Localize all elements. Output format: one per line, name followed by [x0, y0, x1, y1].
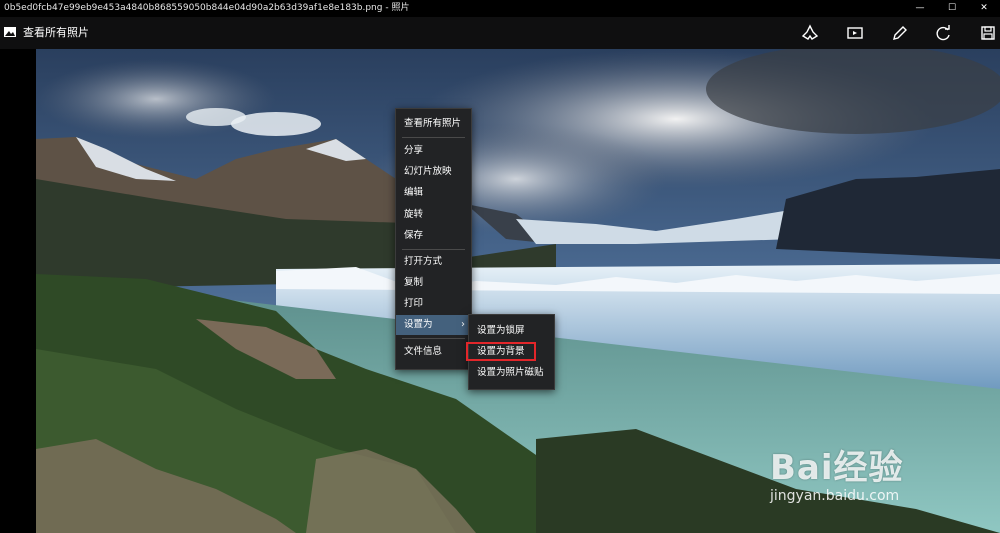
menu-item-label: 编辑: [404, 187, 424, 198]
edit-icon[interactable]: [891, 24, 909, 42]
window-title: 0b5ed0fcb47e99eb9e453a4840b868559050b844…: [4, 3, 410, 13]
close-button[interactable]: ✕: [968, 0, 1000, 17]
baidu-jingyan-watermark: Bai经验 jingyan.baidu.com: [768, 440, 988, 516]
enhance-icon[interactable]: [801, 24, 819, 42]
menu-item-open-with[interactable]: 打开方式: [396, 252, 471, 272]
submenu-item-set-as-photo-tile[interactable]: 设置为照片磁贴: [469, 363, 554, 383]
menu-item-label: 复制: [404, 277, 424, 288]
photos-app-bar: 查看所有照片: [0, 17, 1000, 49]
submenu-item-label: 设置为照片磁贴: [477, 367, 544, 378]
menu-item-label: 查看所有照片: [404, 118, 462, 129]
menu-item-label: 旋转: [404, 209, 424, 220]
menu-item-label: 保存: [404, 230, 424, 241]
menu-item-edit[interactable]: 编辑: [396, 183, 471, 203]
window-controls: — ☐ ✕: [904, 0, 1000, 17]
chevron-right-icon: ›: [461, 319, 465, 330]
menu-item-label: 幻灯片放映: [404, 166, 452, 177]
menu-item-copy[interactable]: 复制: [396, 273, 471, 293]
save-icon[interactable]: [979, 24, 997, 42]
submenu-item-set-as-lock-screen[interactable]: 设置为锁屏: [469, 321, 554, 341]
menu-item-slideshow[interactable]: 幻灯片放映: [396, 162, 471, 182]
menu-item-label: 文件信息: [404, 346, 443, 357]
menu-item-view-all-photos[interactable]: 查看所有照片: [396, 114, 471, 134]
submenu-item-label: 设置为锁屏: [477, 325, 525, 336]
watermark-url: jingyan.baidu.com: [770, 488, 900, 504]
menu-item-label: 打印: [404, 298, 424, 309]
rotate-icon[interactable]: [935, 24, 953, 42]
slideshow-icon[interactable]: [846, 24, 864, 42]
menu-item-save[interactable]: 保存: [396, 226, 471, 246]
menu-item-label: 设置为: [404, 319, 433, 330]
menu-item-rotate[interactable]: 旋转: [396, 205, 471, 225]
menu-separator: [402, 249, 465, 250]
menu-item-share[interactable]: 分享: [396, 141, 471, 161]
gallery-icon[interactable]: [3, 25, 17, 39]
annotation-highlight-box: [466, 342, 536, 361]
window-titlebar: 0b5ed0fcb47e99eb9e453a4840b868559050b844…: [0, 0, 1000, 17]
minimize-button[interactable]: —: [904, 0, 936, 17]
menu-item-print[interactable]: 打印: [396, 294, 471, 314]
watermark-logo: Bai经验: [770, 448, 904, 488]
viewer-left-margin: [0, 49, 36, 533]
menu-separator: [402, 137, 465, 138]
menu-item-file-info[interactable]: 文件信息: [396, 342, 471, 362]
maximize-button[interactable]: ☐: [936, 0, 968, 17]
menu-separator: [402, 338, 465, 339]
view-all-photos-link[interactable]: 查看所有照片: [23, 17, 89, 49]
menu-item-label: 打开方式: [404, 256, 443, 267]
menu-item-label: 分享: [404, 145, 424, 156]
menu-item-set-as[interactable]: 设置为 ›: [396, 315, 471, 335]
context-menu: 查看所有照片 分享 幻灯片放映 编辑 旋转 保存 打开方式 复制 打印 设置为 …: [395, 108, 472, 370]
